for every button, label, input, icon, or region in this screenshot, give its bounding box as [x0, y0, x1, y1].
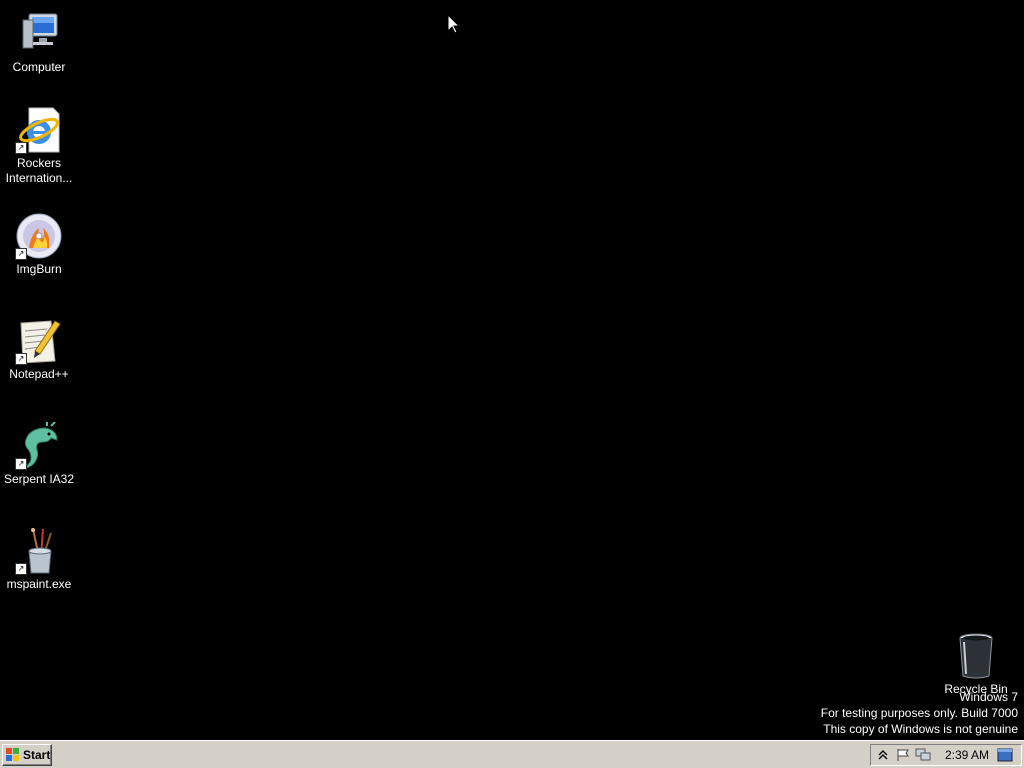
network-icon[interactable] [915, 747, 931, 763]
build-watermark: Windows 7 For testing purposes only. Bui… [821, 689, 1018, 737]
desktop-icon-label: Serpent IA32 [3, 472, 75, 486]
start-label: Start [23, 748, 51, 762]
mouse-cursor-icon [447, 13, 461, 34]
desktop-icon-label: Notepad++ [9, 367, 69, 381]
taskbar-clock[interactable]: 2:39 AM [945, 748, 989, 762]
desktop-icon-label: Computer [12, 60, 66, 74]
shortcut-arrow-icon: ↗ [15, 458, 27, 470]
recycle-bin-icon [952, 632, 1000, 680]
desktop-icon-label: Rockers Internation... [5, 156, 73, 185]
serpent-icon: ↗ [15, 421, 63, 470]
desktop-icon-imgburn[interactable]: ↗ ImgBurn [0, 212, 78, 277]
desktop[interactable]: Computer ↗ Rockers Internation... ↗ ImgB… [0, 0, 1024, 740]
taskbar[interactable]: Start 2:39 AM [0, 740, 1024, 768]
show-hidden-icons-chevron-icon[interactable] [875, 747, 891, 763]
desktop-icon-recycle-bin[interactable]: Recycle Bin [937, 632, 1015, 697]
shortcut-arrow-icon: ↗ [15, 563, 27, 575]
start-button[interactable]: Start [2, 744, 52, 766]
desktop-icon-computer[interactable]: Computer [0, 10, 78, 75]
computer-icon [15, 10, 63, 58]
watermark-build: For testing purposes only. Build 7000 [820, 706, 1018, 720]
shortcut-arrow-icon: ↗ [15, 142, 27, 154]
watermark-os-name: Windows 7 [959, 690, 1018, 704]
desktop-icon-mspaint[interactable]: ↗ mspaint.exe [0, 527, 78, 592]
desktop-icon-serpent-ia32[interactable]: ↗ Serpent IA32 [0, 421, 78, 487]
mspaint-icon: ↗ [15, 527, 63, 575]
watermark-genuine-notice: This copy of Windows is not genuine [823, 722, 1018, 736]
show-desktop-icon[interactable] [997, 747, 1013, 763]
desktop-icon-label: mspaint.exe [6, 577, 72, 591]
notepad-plus-plus-icon: ↗ [15, 317, 63, 365]
shortcut-arrow-icon: ↗ [15, 353, 27, 365]
system-tray: 2:39 AM [870, 744, 1022, 766]
windows-logo-icon [6, 748, 20, 762]
imgburn-icon: ↗ [15, 212, 63, 260]
desktop-icon-notepad-plus-plus[interactable]: ↗ Notepad++ [0, 317, 78, 382]
internet-explorer-icon: ↗ [15, 106, 63, 154]
action-center-flag-icon[interactable] [895, 747, 911, 763]
desktop-icon-rockers-internet[interactable]: ↗ Rockers Internation... [0, 106, 78, 186]
shortcut-arrow-icon: ↗ [15, 248, 27, 260]
desktop-icon-label: ImgBurn [16, 262, 62, 276]
